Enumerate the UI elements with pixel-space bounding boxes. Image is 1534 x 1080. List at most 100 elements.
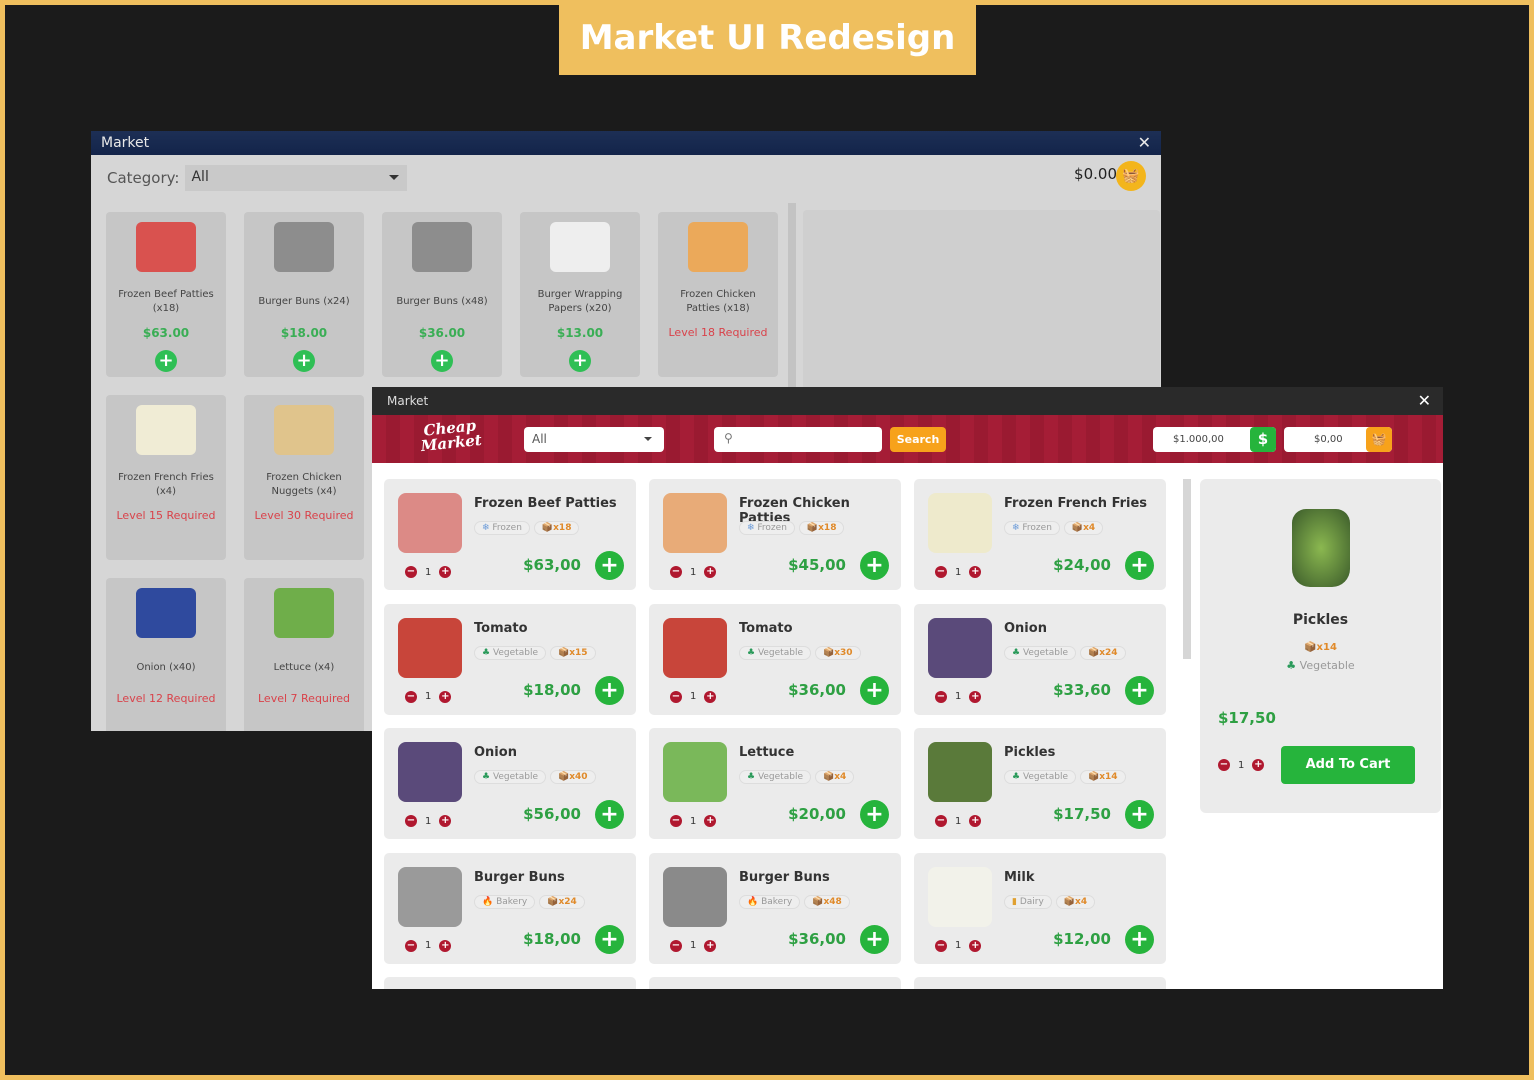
product-card[interactable]: Tomato ♣ Vegetable 📦x15 −1 + $18,00 + [384, 603, 636, 715]
plus-icon[interactable]: + [704, 939, 717, 952]
plus-icon[interactable]: + [439, 690, 452, 703]
quantity-tag: 📦x24 [1079, 645, 1126, 660]
product-card[interactable]: Frozen Chicken Nuggets (x4) Level 30 Requ… [244, 395, 364, 560]
product-card[interactable] [384, 977, 636, 989]
quantity-value: 1 [690, 691, 697, 702]
minus-icon[interactable]: − [670, 939, 682, 952]
plus-icon[interactable]: + [704, 690, 717, 703]
cart-display[interactable]: $0,00 🧺 [1284, 427, 1392, 452]
product-card[interactable] [914, 977, 1166, 989]
product-price: $13.00 [556, 326, 604, 340]
plus-icon[interactable]: + [969, 939, 982, 952]
category-tag: ♣ Vegetable [739, 770, 811, 784]
product-card[interactable]: Frozen French Fries (x4) Level 15 Require… [106, 395, 226, 560]
product-card[interactable]: Frozen French Fries ❄ Frozen 📦x4 −1 + $24,00 + [914, 479, 1166, 590]
product-card[interactable]: Frozen Beef Patties ❄ Frozen 📦x18 −1 + $63,00… [384, 479, 636, 590]
search-input[interactable]: ⚲ [714, 427, 882, 452]
minus-icon[interactable]: − [405, 566, 417, 578]
minus-icon[interactable]: − [405, 939, 417, 952]
add-button[interactable]: + [1125, 551, 1154, 580]
detail-price: $17,50 [1218, 709, 1276, 727]
product-name: Frozen Chicken Patties (x18) [680, 289, 756, 314]
product-card[interactable]: Frozen Beef Patties (x18) $63.00 + [106, 212, 226, 377]
basket-icon[interactable]: 🧺 [1116, 161, 1146, 191]
minus-icon[interactable]: − [935, 566, 947, 578]
add-button[interactable]: + [860, 924, 889, 954]
product-card[interactable]: Frozen Chicken Patties (x18) Level 18 Req… [658, 212, 778, 377]
add-button[interactable]: + [1125, 924, 1154, 954]
add-button[interactable]: + [595, 924, 624, 954]
product-name: Burger Buns (x24) [258, 296, 350, 307]
add-button[interactable]: + [431, 350, 453, 372]
product-image [136, 588, 196, 638]
box-icon: 📦 [822, 647, 835, 658]
minus-icon[interactable]: − [1218, 759, 1230, 771]
tags: ♣ Vegetable 📦x30 [739, 645, 861, 660]
scrollbar[interactable] [1183, 479, 1191, 659]
product-card[interactable]: Onion ♣ Vegetable 📦x24 −1 + $33,60 + [914, 603, 1166, 715]
product-card[interactable]: Lettuce ♣ Vegetable 📦x4 −1 + $20,00 + [649, 728, 901, 839]
minus-icon[interactable]: − [670, 690, 682, 703]
search-button[interactable]: Search [890, 427, 946, 452]
add-button[interactable]: + [595, 551, 624, 580]
plus-icon[interactable]: + [969, 815, 982, 827]
plus-icon[interactable]: + [1252, 759, 1265, 771]
plus-icon[interactable]: + [969, 566, 982, 578]
product-card[interactable]: Burger Buns (x48) $36.00 + [382, 212, 502, 377]
minus-icon[interactable]: − [935, 939, 947, 952]
tags: 🔥 Bakery 📦x24 [474, 894, 585, 909]
minus-icon[interactable]: − [405, 690, 417, 703]
product-image [136, 222, 196, 272]
category-select[interactable]: All [524, 427, 664, 452]
category-tag: 🔥 Bakery [739, 894, 801, 909]
snowflake-icon: ❄ [747, 523, 758, 533]
minus-icon[interactable]: − [935, 690, 947, 703]
plus-icon[interactable]: + [439, 815, 452, 827]
product-card[interactable]: Pickles ♣ Vegetable 📦x14 −1 + $17,50 + [914, 728, 1166, 839]
basket-icon[interactable]: 🧺 [1366, 427, 1392, 452]
close-icon[interactable]: ✕ [1138, 133, 1151, 152]
minus-icon[interactable]: − [670, 566, 682, 578]
add-button[interactable]: + [293, 350, 315, 372]
product-card[interactable] [649, 977, 901, 989]
add-to-cart-button[interactable]: Add To Cart [1281, 746, 1415, 784]
minus-icon[interactable]: − [405, 815, 417, 827]
add-button[interactable]: + [860, 551, 889, 580]
quantity-stepper: −1 + [670, 939, 717, 952]
detail-quantity: 📦x14 [1304, 642, 1337, 653]
category-select[interactable]: All [185, 164, 408, 191]
add-button[interactable]: + [595, 675, 624, 705]
product-card[interactable]: Burger Buns 🔥 Bakery 📦x48 −1 + $36,00 + [649, 852, 901, 964]
tags: ♣ Vegetable 📦x40 [474, 770, 596, 784]
add-button[interactable]: + [1125, 800, 1154, 829]
product-card[interactable]: Onion (x40) Level 12 Required [106, 578, 226, 731]
add-button[interactable]: + [569, 350, 591, 372]
product-card[interactable]: Frozen Chicken Patties ❄ Frozen 📦x18−1 + $45… [649, 479, 901, 590]
product-card[interactable]: Burger Wrapping Papers (x20) $13.00 + [520, 212, 640, 377]
add-button[interactable]: + [595, 800, 624, 829]
product-name: Tomato [474, 620, 528, 636]
product-card[interactable]: Lettuce (x4) Level 7 Required [244, 578, 364, 731]
plus-icon[interactable]: + [439, 939, 452, 952]
quantity-tag: 📦x15 [549, 645, 596, 660]
quantity-value: 1 [425, 940, 432, 951]
broccoli-icon: ♣ [747, 772, 758, 782]
product-card[interactable]: Onion ♣ Vegetable 📦x40 −1 + $56,00 + [384, 728, 636, 839]
add-button[interactable]: + [1125, 675, 1154, 705]
product-card[interactable]: Milk ▮ Dairy 📦x4 −1 + $12,00 + [914, 852, 1166, 964]
plus-icon[interactable]: + [439, 566, 452, 578]
close-icon[interactable]: ✕ [1418, 391, 1431, 410]
product-card[interactable]: Burger Buns 🔥 Bakery 📦x24 −1 + $18,00 + [384, 852, 636, 964]
add-button[interactable]: + [860, 675, 889, 705]
plus-icon[interactable]: + [704, 566, 717, 578]
plus-icon[interactable]: + [704, 815, 717, 827]
minus-icon[interactable]: − [935, 815, 947, 827]
add-button[interactable]: + [860, 800, 889, 829]
add-button[interactable]: + [155, 350, 177, 372]
product-name: Frozen Beef Patties [474, 496, 617, 511]
product-image [274, 588, 334, 638]
minus-icon[interactable]: − [670, 815, 682, 827]
plus-icon[interactable]: + [969, 690, 982, 703]
product-card[interactable]: Burger Buns (x24) $18.00 + [244, 212, 364, 377]
product-card[interactable]: Tomato ♣ Vegetable 📦x30 −1 + $36,00 + [649, 603, 901, 715]
